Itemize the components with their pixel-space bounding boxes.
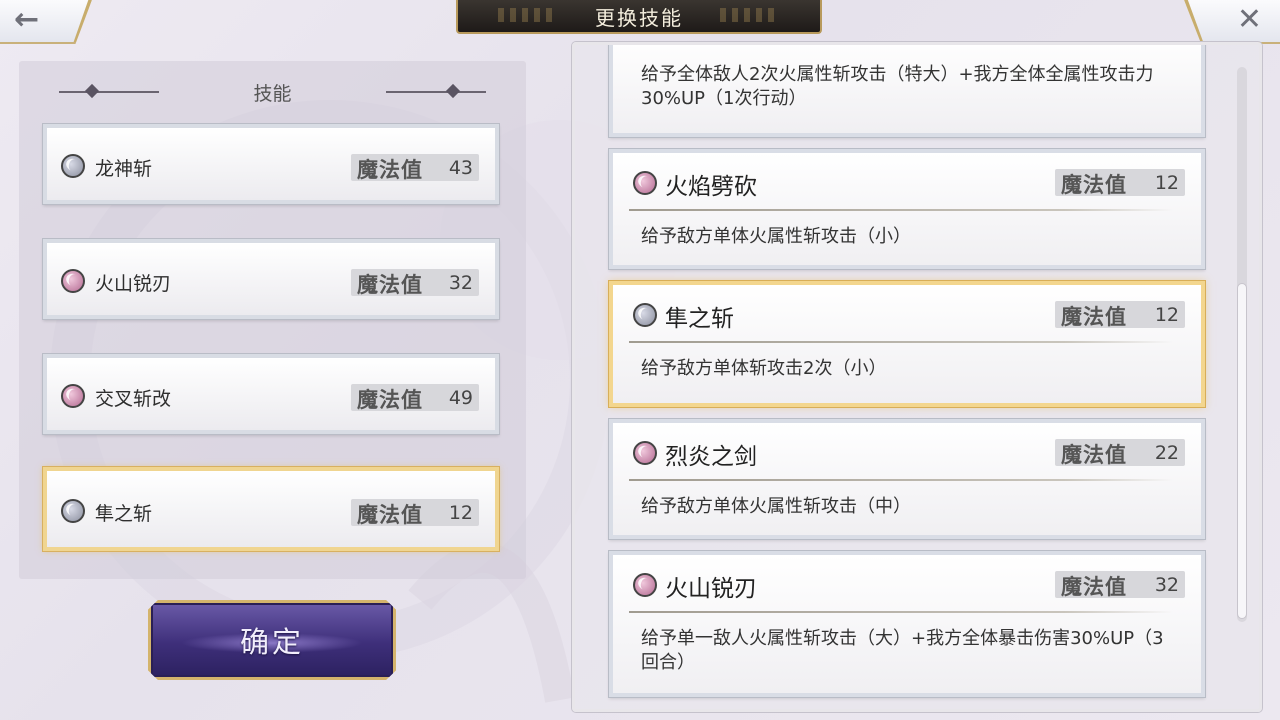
mp-label: 魔法值: [1061, 575, 1127, 599]
ornament-right: [386, 91, 486, 93]
mp-value: 32: [448, 272, 473, 294]
mp-value: 49: [448, 387, 473, 409]
back-button[interactable]: ←: [0, 0, 92, 44]
mp-badge: 魔法值 12: [351, 499, 479, 527]
title-banner: 更换技能: [456, 0, 822, 34]
mp-value: 12: [1154, 172, 1179, 194]
mp-label: 魔法值: [357, 503, 423, 527]
confirm-label: 确定: [239, 625, 304, 659]
skill-slot-2[interactable]: 火山锐刃 魔法值 32: [43, 239, 499, 319]
skill-slot-3[interactable]: 交叉斩改 魔法值 49: [43, 354, 499, 434]
skill-name: 交叉斩改: [95, 388, 172, 410]
mp-badge: 魔法值 32: [1055, 571, 1185, 599]
mp-badge: 魔法值 12: [1055, 301, 1185, 329]
divider: [629, 611, 1173, 613]
close-icon: ✕: [1236, 2, 1262, 37]
divider: [629, 479, 1173, 481]
mp-badge: 魔法值 22: [1055, 439, 1185, 467]
skill-name: 龙神斩: [95, 158, 153, 180]
mp-label: 魔法值: [1061, 305, 1127, 329]
mp-label: 魔法值: [357, 158, 423, 182]
skill-description: 给予敌方单体火属性斩攻击（小）: [641, 226, 911, 247]
skill-name: 隼之斩: [665, 306, 734, 332]
skill-slot-4[interactable]: 隼之斩 魔法值 12: [43, 467, 499, 551]
close-button[interactable]: ✕: [1184, 0, 1280, 44]
scrollbar-thumb[interactable]: [1237, 283, 1247, 619]
skill-name: 烈炎之剑: [665, 444, 757, 470]
skill-orb-icon: [61, 499, 85, 523]
skill-orb-icon: [633, 573, 657, 597]
skill-name: 隼之斩: [95, 503, 153, 525]
divider: [629, 209, 1173, 211]
skill-orb-icon: [633, 303, 657, 327]
mp-value: 32: [1154, 574, 1179, 596]
mp-value: 12: [448, 502, 473, 524]
skill-card[interactable]: 火焰劈砍 魔法值 12 给予敌方单体火属性斩攻击（小）: [609, 149, 1205, 269]
skill-description: 给予单一敌人火属性斩攻击（大）+我方全体暴击伤害30%UP（3回合）: [641, 628, 1164, 673]
skill-description: 给予敌方单体火属性斩攻击（中）: [641, 496, 911, 517]
skill-description: 给予全体敌人2次火属性斩攻击（特大）+我方全体全属性攻击力30%UP（1次行动）: [641, 64, 1154, 109]
mp-badge: 魔法值 32: [351, 269, 479, 297]
mp-label: 魔法值: [1061, 443, 1127, 467]
skill-card-selected[interactable]: 隼之斩 魔法值 12 给予敌方单体斩攻击2次（小）: [609, 281, 1205, 407]
divider: [629, 341, 1173, 343]
mp-value: 43: [448, 157, 473, 179]
confirm-button[interactable]: 确定: [148, 600, 396, 680]
mp-label: 魔法值: [357, 388, 423, 412]
skill-card[interactable]: 火山锐刃 魔法值 32 给予单一敌人火属性斩攻击（大）+我方全体暴击伤害30%U…: [609, 551, 1205, 697]
skill-orb-icon: [61, 154, 85, 178]
mp-badge: 魔法值 12: [1055, 169, 1185, 197]
skill-name: 火焰劈砍: [665, 174, 757, 200]
skills-header: 技能: [19, 77, 526, 107]
scrollbar-track[interactable]: [1237, 67, 1247, 622]
mp-badge: 魔法值 43: [351, 154, 479, 182]
equipped-skills-panel: 技能 龙神斩 魔法值 43 火山锐刃 魔法值 32 交叉斩改 魔法值 49 隼之…: [19, 61, 526, 579]
mp-value: 12: [1154, 304, 1179, 326]
skill-list-panel[interactable]: 给予全体敌人2次火属性斩攻击（特大）+我方全体全属性攻击力30%UP（1次行动）…: [572, 42, 1262, 712]
skill-name: 火山锐刃: [95, 273, 172, 295]
skill-orb-icon: [61, 384, 85, 408]
mp-label: 魔法值: [357, 273, 423, 297]
page-title: 更换技能: [595, 5, 683, 30]
mp-value: 22: [1154, 442, 1179, 464]
arrow-left-icon: ←: [14, 2, 40, 37]
skill-card[interactable]: 烈炎之剑 魔法值 22 给予敌方单体火属性斩攻击（中）: [609, 419, 1205, 539]
skill-card[interactable]: 给予全体敌人2次火属性斩攻击（特大）+我方全体全属性攻击力30%UP（1次行动）: [609, 45, 1205, 137]
skill-orb-icon: [633, 441, 657, 465]
skill-orb-icon: [633, 171, 657, 195]
skill-slot-1[interactable]: 龙神斩 魔法值 43: [43, 124, 499, 204]
skill-name: 火山锐刃: [665, 576, 757, 602]
skill-orb-icon: [61, 269, 85, 293]
mp-badge: 魔法值 49: [351, 384, 479, 412]
skill-description: 给予敌方单体斩攻击2次（小）: [641, 358, 887, 379]
mp-label: 魔法值: [1061, 173, 1127, 197]
